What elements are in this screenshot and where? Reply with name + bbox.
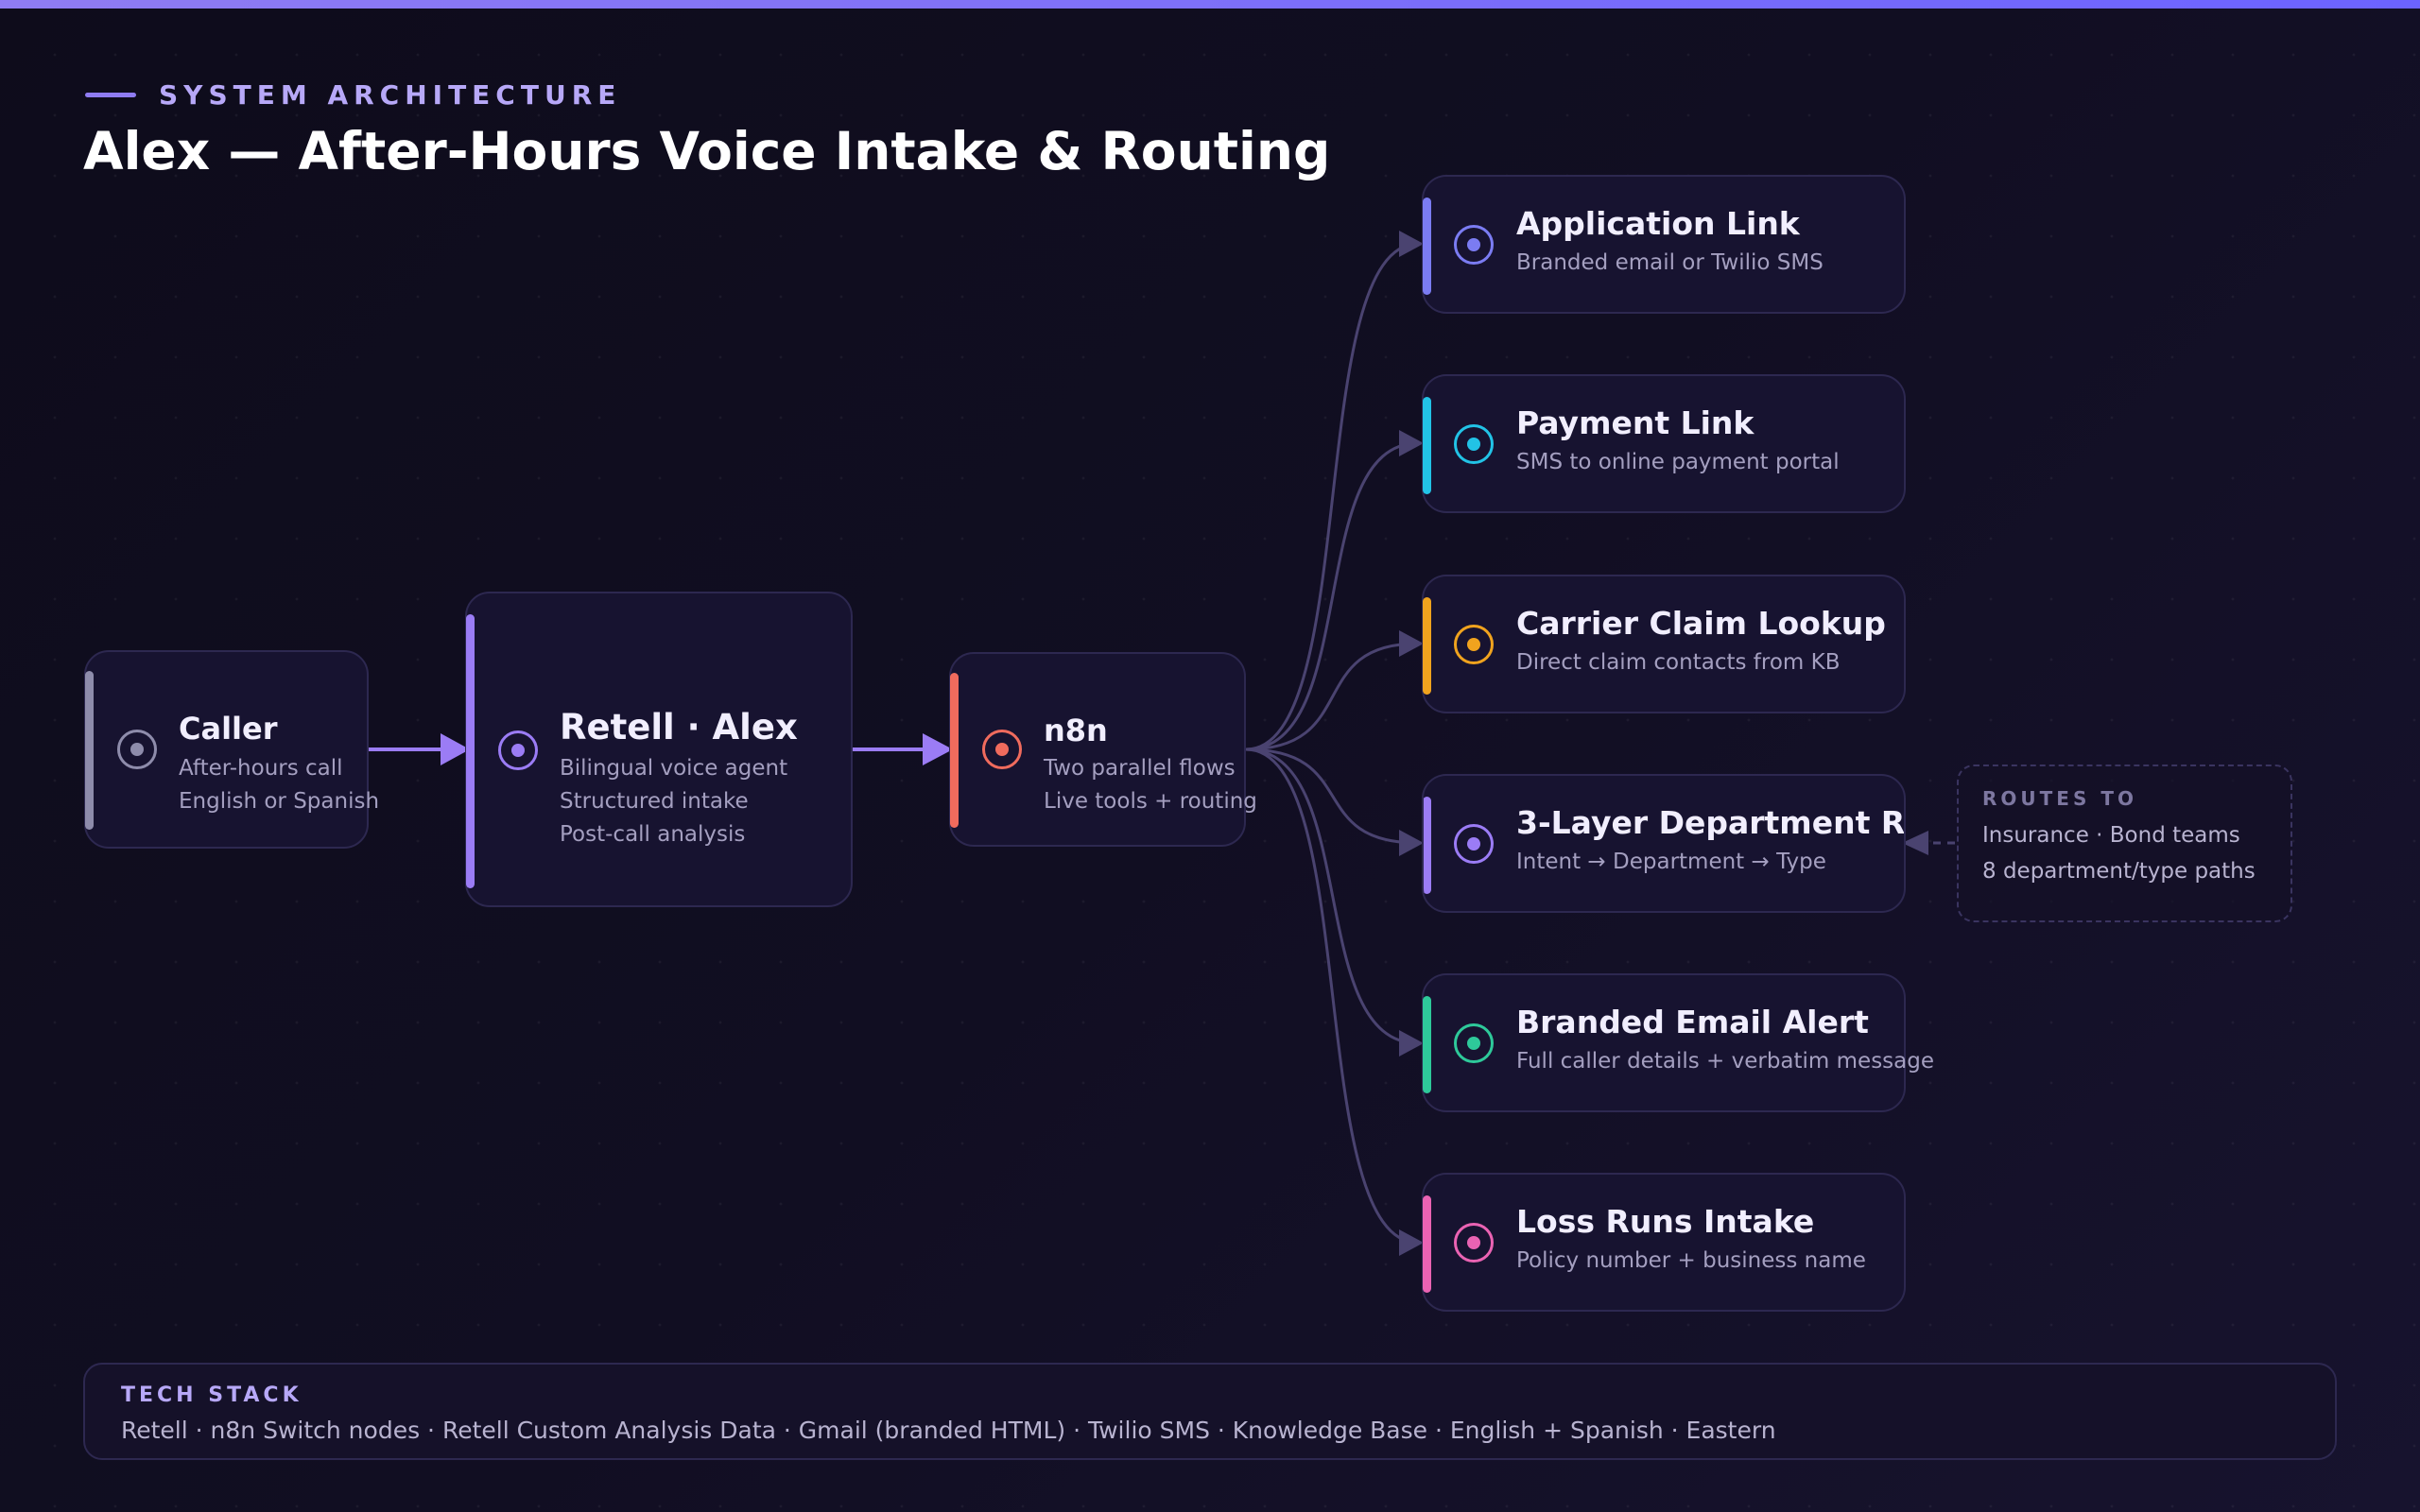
caller-line: After-hours call xyxy=(179,756,343,781)
department-routing-icon xyxy=(1454,824,1494,864)
carrier-claim-lookup-subtitle: Direct claim contacts from KB xyxy=(1516,650,1841,675)
n8n-node: n8n Two parallel flows Live tools + rout… xyxy=(949,652,1257,847)
carrier-claim-lookup-title: Carrier Claim Lookup xyxy=(1516,605,1886,642)
carrier-claim-lookup-node: Carrier Claim Lookup Direct claim contac… xyxy=(1422,575,1906,713)
payment-link-subtitle: SMS to online payment portal xyxy=(1516,450,1840,474)
n8n-to-payment-link-connector xyxy=(1245,441,1419,751)
loss-runs-intake-icon xyxy=(1454,1223,1494,1263)
retell-alex-title: Retell · Alex xyxy=(560,707,798,747)
tech-stack-panel: TECH STACK Retell · n8n Switch nodes · R… xyxy=(83,1363,2337,1460)
payment-link-node: Payment Link SMS to online payment porta… xyxy=(1422,374,1906,513)
application-link-arrowhead xyxy=(1399,231,1424,257)
payment-link-arrowhead xyxy=(1399,430,1424,456)
caller-accent-bar xyxy=(85,671,94,830)
retell-alex-line: Structured intake xyxy=(560,789,749,814)
tech-stack-text: Retell · n8n Switch nodes · Retell Custo… xyxy=(121,1417,1776,1444)
application-link-subtitle: Branded email or Twilio SMS xyxy=(1516,250,1824,275)
department-routing-subtitle: Intent → Department → Type xyxy=(1516,850,1826,874)
branded-email-alert-subtitle: Full caller details + verbatim message xyxy=(1516,1049,1934,1074)
routes-to-arrowhead xyxy=(1902,831,1928,855)
department-routing-title: 3-Layer Department Routing xyxy=(1516,804,1906,841)
branded-email-alert-title: Branded Email Alert xyxy=(1516,1004,1869,1040)
n8n-line: Two parallel flows xyxy=(1044,756,1236,781)
tech-stack-label: TECH STACK xyxy=(121,1383,302,1407)
application-link-node: Application Link Branded email or Twilio… xyxy=(1422,175,1906,314)
carrier-claim-lookup-arrowhead xyxy=(1399,630,1424,657)
application-link-accent-bar xyxy=(1423,198,1431,295)
department-routing-arrowhead xyxy=(1399,830,1424,856)
loss-runs-intake-arrowhead xyxy=(1399,1229,1424,1256)
department-routing-node: 3-Layer Department Routing Intent → Depa… xyxy=(1422,774,1906,913)
carrier-claim-lookup-icon xyxy=(1454,625,1494,664)
caller-node: Caller After-hours call English or Spani… xyxy=(84,650,379,849)
n8n-to-department-routing-connector xyxy=(1245,747,1419,845)
payment-link-accent-bar xyxy=(1423,397,1431,494)
retell-alex-accent-bar xyxy=(466,614,475,888)
retell-alex-line: Bilingual voice agent xyxy=(560,756,788,781)
loss-runs-intake-node: Loss Runs Intake Policy number + busines… xyxy=(1422,1173,1906,1312)
caller-node-icon xyxy=(117,730,157,769)
routes-to-callout: ROUTES TO Insurance · Bond teams 8 depar… xyxy=(1957,765,2292,922)
loss-runs-intake-accent-bar xyxy=(1423,1195,1431,1293)
application-link-icon xyxy=(1454,225,1494,265)
routes-to-label: ROUTES TO xyxy=(1982,787,2137,810)
loss-runs-intake-title: Loss Runs Intake xyxy=(1516,1203,1815,1240)
branded-email-alert-arrowhead xyxy=(1399,1030,1424,1057)
branded-email-alert-node: Branded Email Alert Full caller details … xyxy=(1422,973,1934,1112)
caller-title: Caller xyxy=(179,711,278,747)
n8n-to-application-link-connector xyxy=(1245,242,1419,751)
carrier-claim-lookup-accent-bar xyxy=(1423,597,1431,695)
n8n-to-loss-runs-intake-connector xyxy=(1245,747,1419,1245)
department-routing-accent-bar xyxy=(1424,797,1431,894)
application-link-title: Application Link xyxy=(1516,205,1800,242)
payment-link-icon xyxy=(1454,424,1494,464)
n8n-to-carrier-claim-lookup-connector xyxy=(1245,642,1419,751)
n8n-node-icon xyxy=(982,730,1022,769)
retell-alex-node-icon xyxy=(498,730,538,770)
retell-alex-node: Retell · Alex Bilingual voice agent Stru… xyxy=(465,592,853,907)
n8n-line: Live tools + routing xyxy=(1044,789,1257,814)
n8n-title: n8n xyxy=(1044,713,1108,748)
branded-email-alert-icon xyxy=(1454,1023,1494,1063)
routes-to-line: Insurance · Bond teams xyxy=(1982,823,2240,848)
branded-email-alert-accent-bar xyxy=(1423,996,1431,1093)
routes-to-line: 8 department/type paths xyxy=(1982,859,2256,884)
caller-line: English or Spanish xyxy=(179,789,380,814)
n8n-accent-bar xyxy=(950,673,959,828)
payment-link-title: Payment Link xyxy=(1516,404,1754,441)
loss-runs-intake-subtitle: Policy number + business name xyxy=(1516,1248,1866,1273)
retell-alex-line: Post-call analysis xyxy=(560,822,746,847)
